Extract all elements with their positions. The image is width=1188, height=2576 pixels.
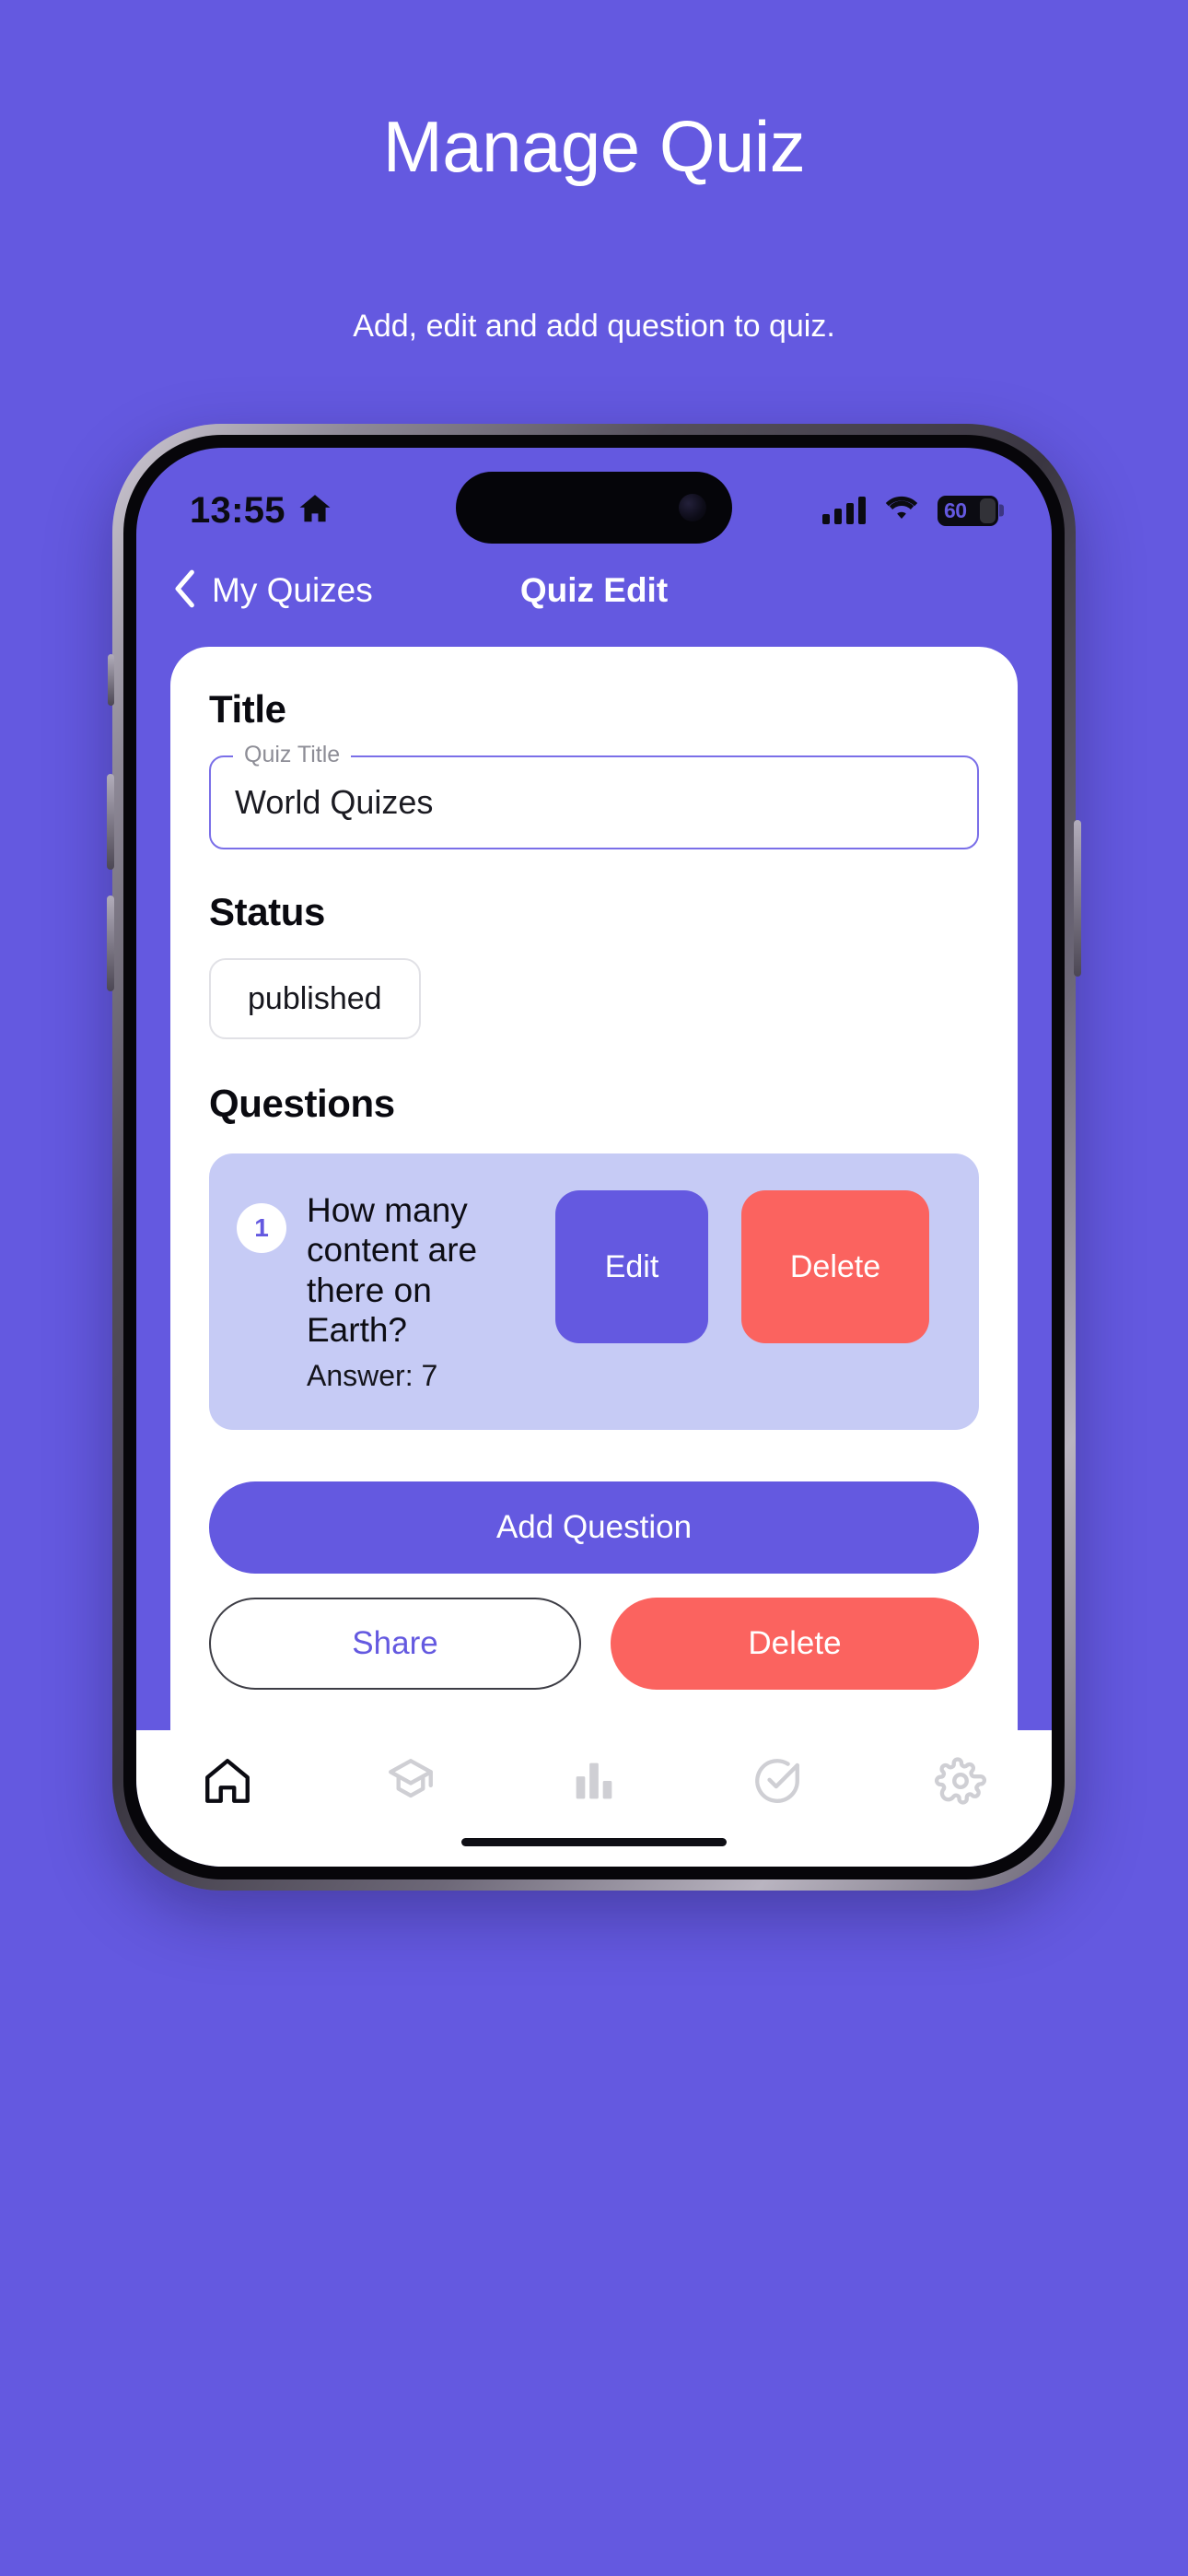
home-icon bbox=[297, 491, 332, 531]
dynamic-island bbox=[456, 472, 732, 544]
quiz-title-floating-label: Quiz Title bbox=[233, 742, 352, 768]
question-number: 1 bbox=[237, 1203, 286, 1253]
status-time: 13:55 bbox=[190, 489, 285, 531]
tab-stats[interactable] bbox=[530, 1754, 658, 1812]
delete-quiz-button[interactable]: Delete bbox=[611, 1598, 979, 1690]
questions-section-heading: Questions bbox=[209, 1082, 395, 1125]
question-body: How many content are there on Earth? Ans… bbox=[307, 1190, 535, 1393]
nav-bar: Quiz Edit My Quizes bbox=[136, 551, 1052, 630]
volume-up-button[interactable] bbox=[107, 774, 114, 870]
wifi-icon bbox=[883, 495, 920, 527]
secondary-actions-row: Share Delete bbox=[209, 1598, 979, 1690]
battery-fill bbox=[980, 498, 996, 523]
tab-learn[interactable] bbox=[346, 1754, 475, 1812]
graduation-cap-icon bbox=[384, 1754, 437, 1812]
status-badge[interactable]: published bbox=[209, 958, 421, 1039]
tab-settings[interactable] bbox=[896, 1754, 1025, 1812]
delete-question-button[interactable]: Delete bbox=[741, 1190, 929, 1343]
question-text: How many content are there on Earth? bbox=[307, 1191, 478, 1349]
promo-subtitle: Add, edit and add question to quiz. bbox=[353, 309, 835, 344]
battery-level: 60 bbox=[944, 498, 967, 522]
page-title: Quiz Edit bbox=[519, 571, 669, 609]
title-section-heading: Title bbox=[209, 687, 286, 731]
status-bar-left: 13:55 bbox=[190, 490, 332, 532]
front-camera bbox=[679, 494, 706, 521]
tab-home[interactable] bbox=[163, 1754, 292, 1812]
silent-switch[interactable] bbox=[108, 654, 114, 706]
promo-screenshot: Manage Quiz Add, edit and add question t… bbox=[0, 0, 1188, 2576]
phone-screen: 13:55 60 Quiz Edit My Quizes Title Quiz … bbox=[136, 448, 1052, 1867]
question-actions: Edit Delete bbox=[555, 1190, 929, 1343]
content-sheet: Title Quiz Title World Quizes Status pub… bbox=[170, 647, 1018, 1730]
edit-question-button[interactable]: Edit bbox=[555, 1190, 708, 1343]
promo-title: Manage Quiz bbox=[382, 106, 806, 187]
home-indicator[interactable] bbox=[461, 1838, 727, 1846]
status-section-heading: Status bbox=[209, 890, 325, 933]
add-question-button[interactable]: Add Question bbox=[209, 1481, 979, 1574]
check-circle-icon bbox=[751, 1754, 804, 1812]
quiz-title-value: World Quizes bbox=[235, 783, 434, 821]
question-list-item: 1 How many content are there on Earth? A… bbox=[209, 1153, 979, 1431]
battery-icon: 60 bbox=[938, 495, 998, 526]
bar-chart-icon bbox=[567, 1754, 621, 1812]
gear-icon bbox=[934, 1754, 987, 1812]
share-button[interactable]: Share bbox=[209, 1598, 581, 1690]
cellular-signal-icon bbox=[822, 497, 866, 524]
status-bar-right: 60 bbox=[822, 495, 998, 527]
bottom-actions: Add Question Share Delete bbox=[209, 1481, 979, 1690]
home-icon bbox=[201, 1754, 254, 1812]
quiz-title-input[interactable]: Quiz Title World Quizes bbox=[209, 742, 979, 849]
tab-bar bbox=[136, 1730, 1052, 1867]
tab-tasks[interactable] bbox=[713, 1754, 842, 1812]
phone-mockup: 13:55 60 Quiz Edit My Quizes Title Quiz … bbox=[107, 424, 1081, 1891]
power-button[interactable] bbox=[1074, 820, 1081, 977]
volume-down-button[interactable] bbox=[107, 896, 114, 991]
question-answer: Answer: 7 bbox=[307, 1359, 438, 1393]
